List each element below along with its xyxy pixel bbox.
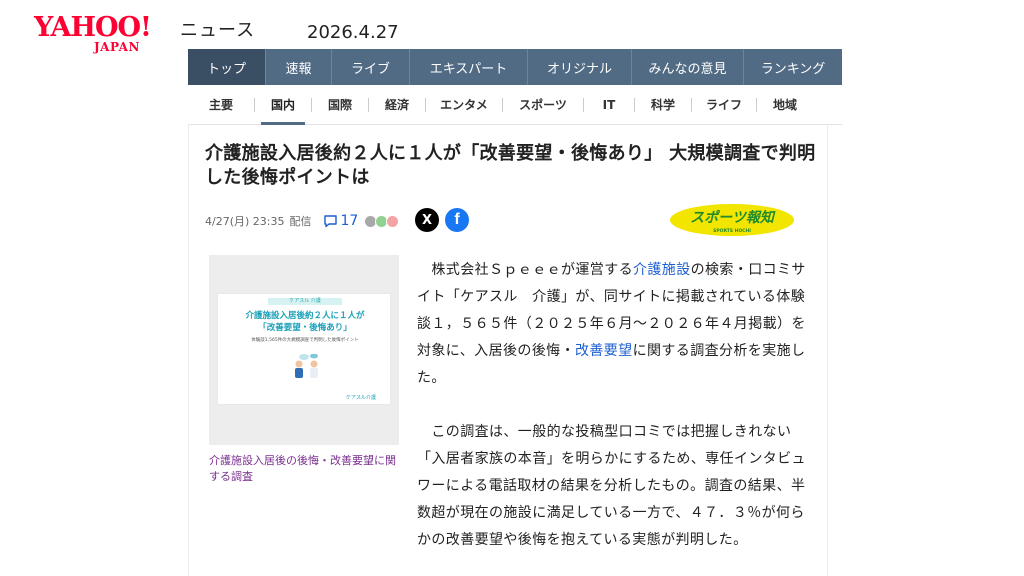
- category-tab-life[interactable]: ライフ: [692, 85, 756, 125]
- nav-main-item-ranking[interactable]: ランキング: [744, 49, 842, 85]
- sports-hochi-logo-icon: スポーツ報知 SPORTS HOCHI: [670, 204, 794, 236]
- article-timestamp: 4/27(月) 23:35: [205, 215, 285, 228]
- category-tab-sports[interactable]: スポーツ: [503, 85, 583, 125]
- category-tab-main[interactable]: 主要: [188, 85, 254, 125]
- article-image[interactable]: ケアスル 介護 介護施設入居後約２人に１人が 「改善要望・後悔あり」 体験談1,…: [209, 255, 399, 445]
- nav-main-item-breaking[interactable]: 速報: [266, 49, 332, 85]
- category-nav: 主要 国内 国際 経済 エンタメ スポーツ IT 科学 ライフ 地域: [188, 85, 842, 125]
- nav-main-item-opinion[interactable]: みんなの意見: [632, 49, 744, 85]
- category-tab-economy[interactable]: 経済: [369, 85, 425, 125]
- category-tab-local[interactable]: 地域: [757, 85, 813, 125]
- yahoo-japan-logo[interactable]: YAHOO! JAPAN: [34, 12, 174, 55]
- reaction-icon: [386, 214, 400, 228]
- share-facebook-icon[interactable]: f: [445, 208, 469, 232]
- category-tab-science[interactable]: 科学: [635, 85, 691, 125]
- article-card: 介護施設入居後約２人に１人が「改善要望・後悔あり」 大規模調査で判明した後悔ポイ…: [188, 125, 828, 576]
- category-tab-it[interactable]: IT: [584, 85, 634, 125]
- paragraph-2: この調査は、一般的な投稿型口コミでは把握しきれない「入居者家族の本音」を明らかに…: [417, 424, 806, 548]
- logo-main-text: YAHOO!: [34, 12, 152, 43]
- image-tag: ケアスル 介護: [268, 298, 342, 305]
- article-title: 介護施設入居後約２人に１人が「改善要望・後悔あり」 大規模調査で判明した後悔ポイ…: [205, 143, 816, 188]
- article-meta: 4/27(月) 23:35 配信 17: [205, 209, 400, 233]
- people-illustration-icon: [295, 354, 318, 378]
- link-kaigo-shisetsu[interactable]: 介護施設: [633, 262, 691, 278]
- image-headline: 介護施設入居後約２人に１人が 「改善要望・後悔あり」: [245, 311, 365, 333]
- comment-count: 17: [340, 213, 359, 229]
- nav-main-item-top[interactable]: トップ: [188, 49, 266, 85]
- main-nav: トップ 速報 ライブ エキスパート オリジナル みんなの意見 ランキング: [188, 49, 842, 85]
- page: YAHOO! JAPAN ニュース 2026.4.27 トップ 速報 ライブ エ…: [0, 0, 1024, 576]
- svg-text:SPORTS HOCHI: SPORTS HOCHI: [713, 228, 751, 234]
- category-tab-entertainment[interactable]: エンタメ: [426, 85, 502, 125]
- nav-main-item-original[interactable]: オリジナル: [528, 49, 632, 85]
- comment-link[interactable]: 17: [323, 213, 358, 229]
- date-label: 2026.4.27: [307, 22, 399, 43]
- nav-main-item-live[interactable]: ライブ: [332, 49, 410, 85]
- image-subline: 体験談1,565件の大規模調査で判明した後悔ポイント: [251, 338, 359, 343]
- comment-icon: [324, 215, 338, 228]
- category-tab-international[interactable]: 国際: [312, 85, 368, 125]
- paragraph-1: 株式会社Ｓｐｅｅｅが運営する介護施設の検索・口コミサイト「ケアスル 介護」が、同…: [417, 262, 806, 386]
- nav-main-item-expert[interactable]: エキスパート: [410, 49, 528, 85]
- image-caption: 介護施設入居後の後悔・改善要望に関する調査: [209, 454, 396, 483]
- article-body: 株式会社Ｓｐｅｅｅが運営する介護施設の検索・口コミサイト「ケアスル 介護」が、同…: [417, 257, 817, 576]
- share-x-icon[interactable]: X: [415, 208, 439, 232]
- reaction-icons[interactable]: [364, 214, 400, 228]
- svg-text:スポーツ報知: スポーツ報知: [690, 209, 776, 226]
- image-brand: ケアスル介護: [346, 395, 377, 401]
- source-logo[interactable]: スポーツ報知 SPORTS HOCHI: [669, 203, 795, 237]
- category-tab-domestic[interactable]: 国内: [255, 85, 311, 125]
- section-name[interactable]: ニュース: [180, 16, 255, 42]
- link-kaizen-youbou[interactable]: 改善要望: [575, 343, 633, 359]
- distribution-label: 配信: [289, 215, 312, 228]
- logo-sub-text: JAPAN: [94, 40, 140, 54]
- image-slide: ケアスル 介護 介護施設入居後約２人に１人が 「改善要望・後悔あり」 体験談1,…: [217, 293, 391, 405]
